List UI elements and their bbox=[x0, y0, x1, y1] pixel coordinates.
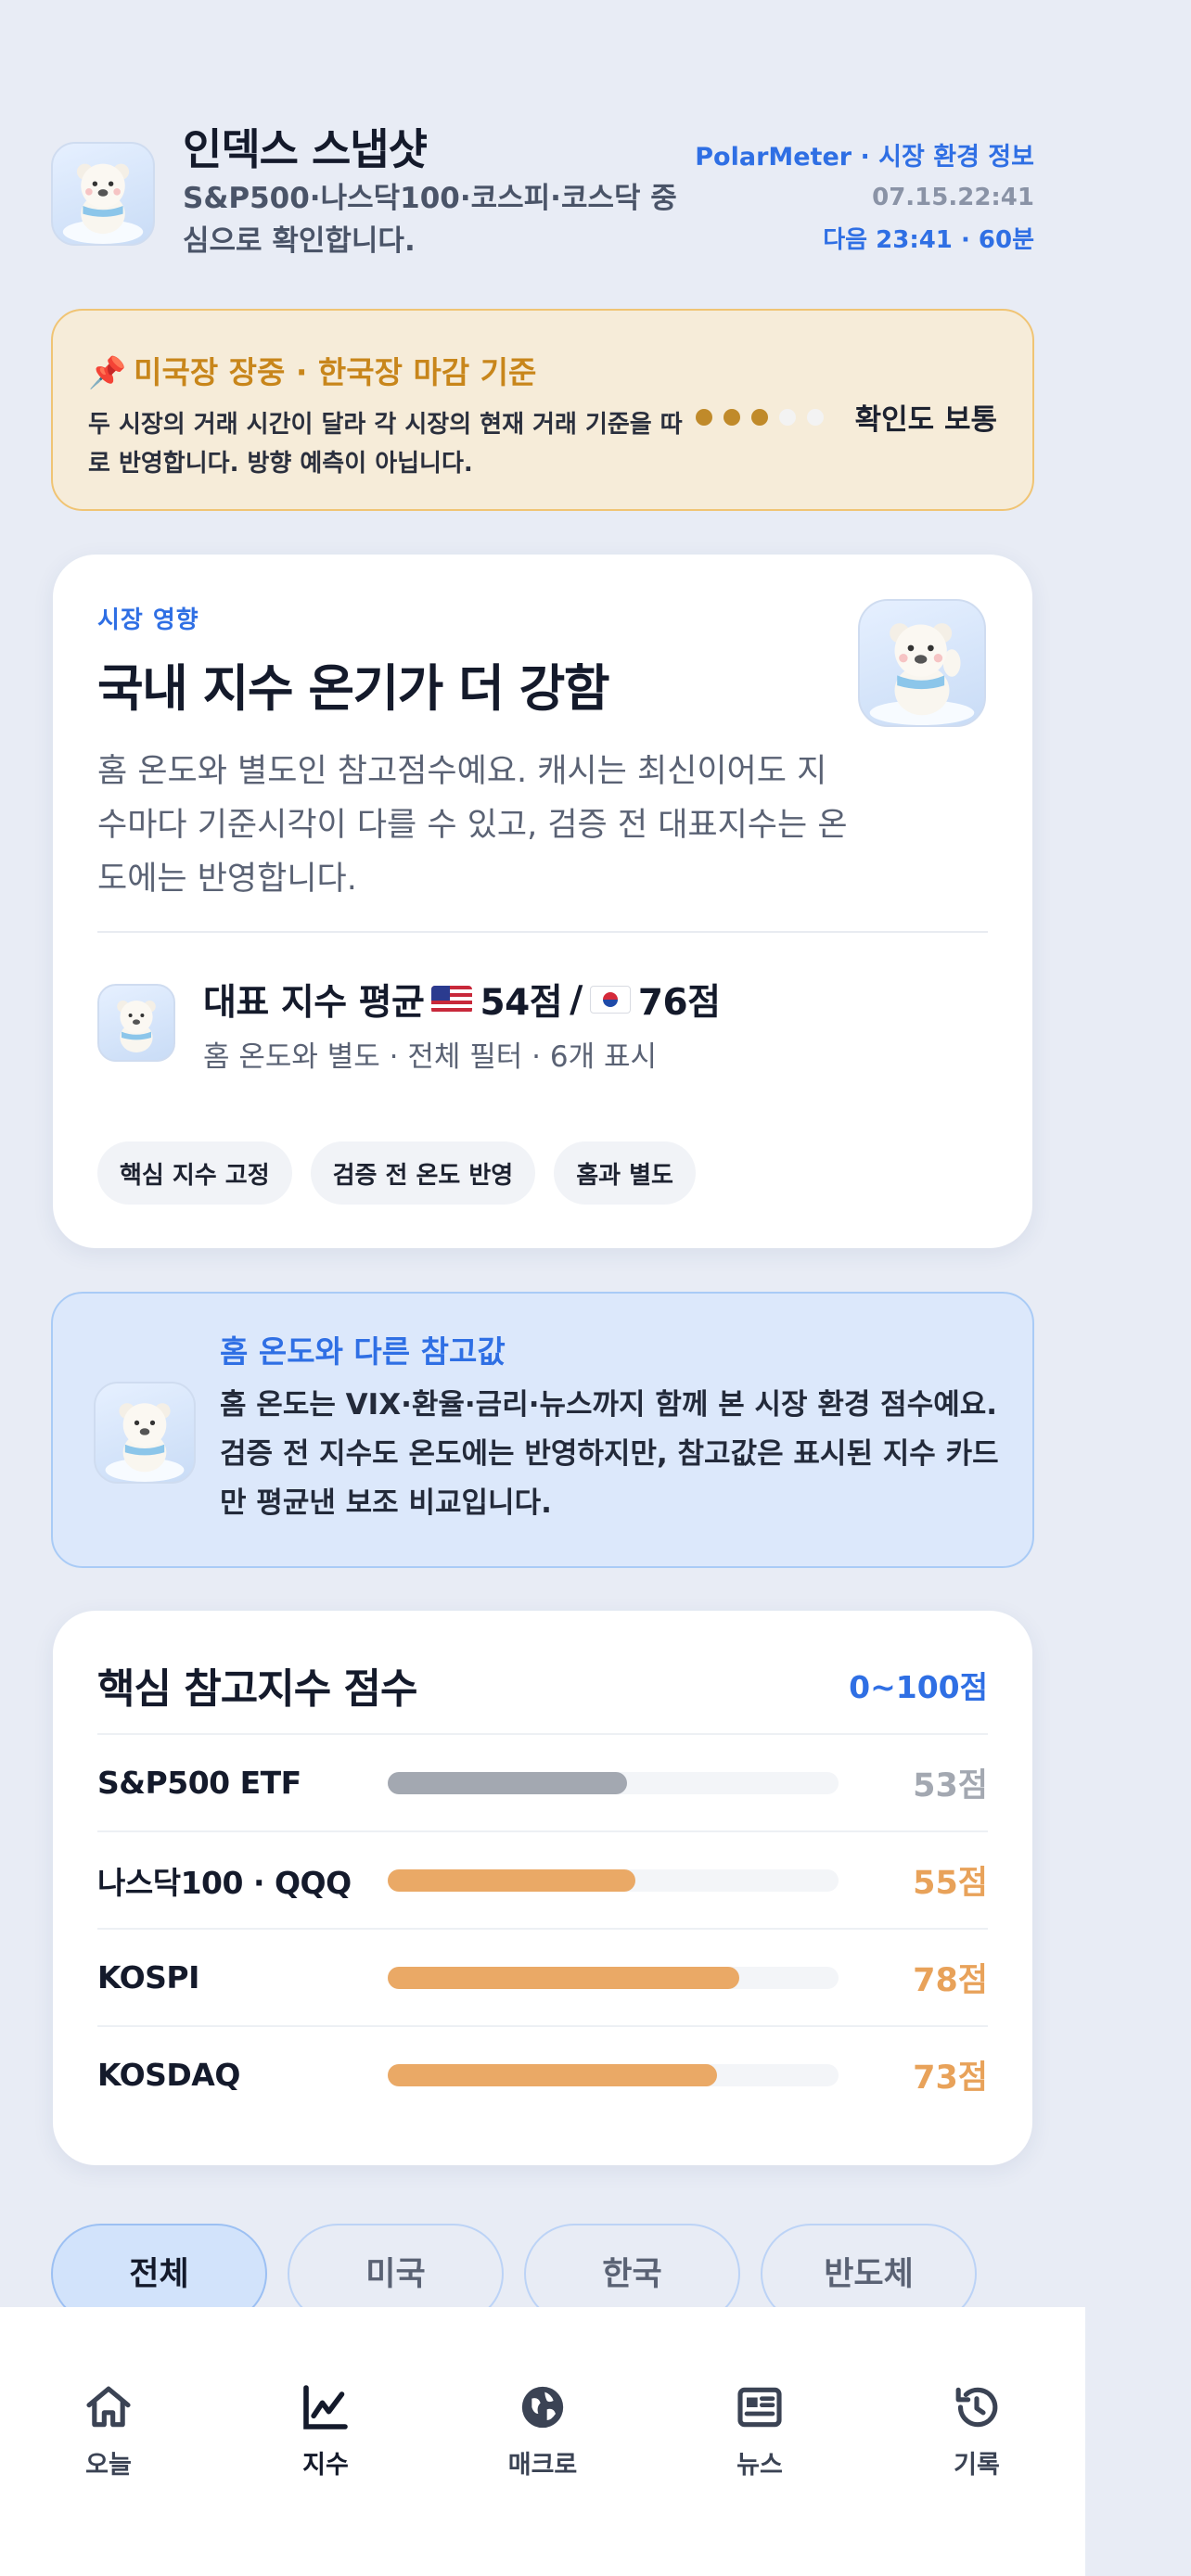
chip-core-index-fixed: 핵심 지수 고정 bbox=[97, 1141, 292, 1205]
polar-bear-icon bbox=[869, 623, 975, 725]
score-bar-track bbox=[388, 1966, 839, 1989]
score-row[interactable]: KOSDAQ 73점 bbox=[97, 2025, 988, 2123]
impact-eyebrow: 시장 영향 bbox=[97, 606, 199, 634]
index-score: 55점 bbox=[913, 1865, 988, 1902]
index-score: 73점 bbox=[913, 2060, 988, 2097]
scores-range: 0~100점 bbox=[849, 1669, 988, 1705]
confidence-dot bbox=[778, 408, 796, 426]
confidence-dot bbox=[750, 408, 768, 426]
nav-label-history: 기록 bbox=[954, 2451, 1000, 2480]
chart-icon bbox=[303, 2385, 348, 2429]
home-icon bbox=[86, 2386, 131, 2428]
index-name: KOSDAQ bbox=[97, 2057, 240, 2093]
header-meta: PolarMeter · 시장 환경 정보 07.15.22:41 다음 23:… bbox=[695, 136, 1034, 255]
polar-bear-info-image bbox=[94, 1382, 196, 1484]
nav-history[interactable]: 기록 bbox=[912, 2381, 1042, 2480]
market-session-notice: 📌 미국장 장중 · 한국장 마감 기준 두 시장의 거래 시간이 달라 각 시장… bbox=[51, 309, 1034, 511]
notice-title: 미국장 장중 · 한국장 마감 기준 bbox=[134, 354, 537, 390]
impact-description: 홈 온도와 별도인 참고점수예요. 캐시는 최신이어도 지수마다 기준시각이 다… bbox=[97, 753, 848, 898]
confidence-label: 확인도 보통 bbox=[854, 403, 997, 437]
score-bar-track bbox=[388, 1868, 839, 1892]
page-title: 인덱스 스냅샷 bbox=[183, 124, 428, 174]
score-bar-fill bbox=[388, 1771, 627, 1794]
nav-label-news: 뉴스 bbox=[736, 2451, 783, 2480]
index-score: 78점 bbox=[913, 1962, 988, 1999]
index-score: 53점 bbox=[913, 1767, 988, 1804]
score-separator: / bbox=[570, 978, 583, 1021]
info-body: 홈 온도는 VIX·환율·금리·뉴스까지 함께 본 시장 환경 점수예요. 검증… bbox=[220, 1388, 999, 1520]
scores-title: 핵심 참고지수 점수 bbox=[97, 1665, 417, 1713]
score-bar-fill bbox=[388, 1868, 636, 1892]
page-subtitle: S&P500·나스닥100·코스피·코스닥 중심으로 확인합니다. bbox=[183, 182, 677, 258]
polar-bear-icon bbox=[105, 1403, 185, 1482]
brand-label[interactable]: PolarMeter · 시장 환경 정보 bbox=[695, 136, 1034, 172]
average-subtitle: 홈 온도와 별도 · 전체 필터 · 6개 표시 bbox=[203, 1040, 658, 1074]
average-score-line: 대표 지수 평균 54점 / 76점 bbox=[203, 974, 721, 1026]
confidence-dot bbox=[806, 408, 824, 426]
polar-bear-icon bbox=[62, 163, 144, 244]
polar-bear-small-image bbox=[97, 984, 175, 1062]
polar-bear-icon bbox=[117, 1001, 156, 1052]
reference-info-box: 홈 온도와 다른 참고값 홈 온도는 VIX·환율·금리·뉴스까지 함께 본 시… bbox=[51, 1292, 1034, 1568]
nav-label-index: 지수 bbox=[302, 2451, 349, 2480]
score-bar-track bbox=[388, 2063, 839, 2086]
index-name: KOSPI bbox=[97, 1959, 199, 1996]
chip-separate-from-home: 홈과 별도 bbox=[554, 1141, 696, 1205]
score-row[interactable]: S&P500 ETF 53점 bbox=[97, 1733, 988, 1830]
index-name: S&P500 ETF bbox=[97, 1765, 301, 1801]
chip-unverified-reflected: 검증 전 온도 반영 bbox=[310, 1141, 536, 1205]
header: 인덱스 스냅샷 S&P500·나스닥100·코스피·코스닥 중심으로 확인합니다… bbox=[51, 116, 1034, 274]
update-timestamp: 07.15.22:41 bbox=[872, 184, 1034, 211]
index-snapshot-page: 인덱스 스냅샷 S&P500·나스닥100·코스피·코스닥 중심으로 확인합니다… bbox=[0, 0, 1085, 2576]
kr-flag-icon bbox=[589, 986, 631, 1014]
confidence-indicator: 확인도 보통 bbox=[695, 396, 997, 438]
nav-index[interactable]: 지수 bbox=[261, 2381, 391, 2480]
info-title: 홈 온도와 다른 참고값 bbox=[220, 1333, 506, 1370]
nav-news[interactable]: 뉴스 bbox=[695, 2381, 825, 2480]
notice-body: 두 시장의 거래 시간이 달라 각 시장의 현재 거래 기준을 따로 반영합니다… bbox=[88, 411, 683, 478]
news-icon bbox=[737, 2387, 782, 2428]
score-row[interactable]: 나스닥100 · QQQ 55점 bbox=[97, 1830, 988, 1928]
core-index-scores-card: 핵심 참고지수 점수 0~100점 S&P500 ETF 53점 나스닥100 … bbox=[53, 1611, 1032, 2165]
nav-label-today: 오늘 bbox=[85, 2451, 132, 2480]
confidence-dot bbox=[723, 408, 740, 426]
nav-today[interactable]: 오늘 bbox=[44, 2381, 173, 2480]
market-impact-card: 시장 영향 국내 지수 온기가 더 강함 홈 온도와 별도인 참고점수예요. 캐… bbox=[53, 555, 1032, 1248]
score-row[interactable]: KOSPI 78점 bbox=[97, 1928, 988, 2025]
nav-label-macro: 매크로 bbox=[507, 2451, 578, 2480]
polar-bear-avatar bbox=[51, 142, 155, 246]
nav-macro[interactable]: 매크로 bbox=[478, 2381, 608, 2480]
impact-title: 국내 지수 온기가 더 강함 bbox=[97, 659, 610, 718]
score-rows: S&P500 ETF 53점 나스닥100 · QQQ 55점 KOSPI 78… bbox=[97, 1733, 988, 2123]
globe-icon bbox=[521, 2386, 564, 2429]
score-bar-fill bbox=[388, 1966, 740, 1989]
us-average-score: 54점 bbox=[480, 982, 563, 1024]
average-label: 대표 지수 평균 bbox=[203, 982, 425, 1024]
next-update-label: 다음 23:41 · 60분 bbox=[823, 226, 1034, 254]
impact-chips: 핵심 지수 고정 검증 전 온도 반영 홈과 별도 bbox=[97, 1141, 696, 1205]
bottom-navigation: 오늘 지수 매크로 뉴스 기록 bbox=[0, 2307, 1085, 2576]
notice-title-row: 📌 미국장 장중 · 한국장 마감 기준 bbox=[88, 348, 536, 392]
kr-average-score: 76점 bbox=[637, 982, 721, 1024]
history-icon bbox=[955, 2387, 998, 2428]
confidence-dot bbox=[695, 408, 712, 426]
score-bar-fill bbox=[388, 2063, 717, 2086]
pin-icon: 📌 bbox=[88, 354, 127, 390]
score-bar-track bbox=[388, 1771, 839, 1794]
polar-bear-waving-image bbox=[858, 599, 986, 727]
us-flag-icon bbox=[431, 986, 473, 1014]
divider bbox=[97, 931, 988, 933]
index-name: 나스닥100 · QQQ bbox=[97, 1864, 352, 1901]
